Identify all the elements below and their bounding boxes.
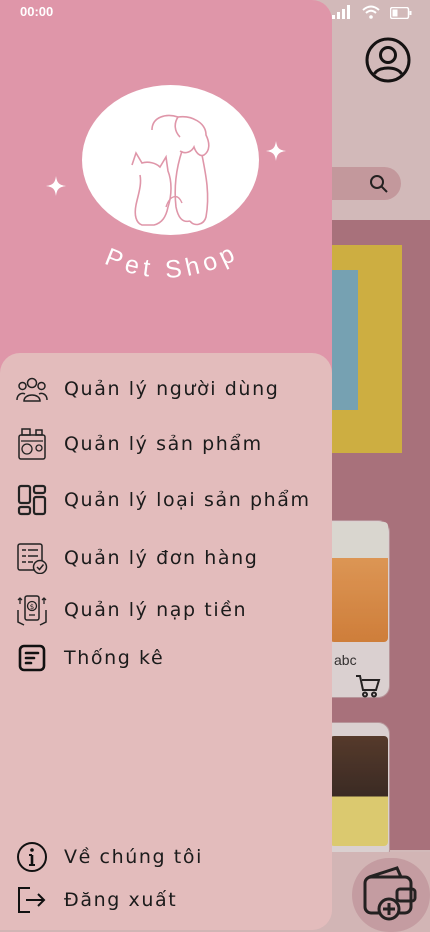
menu-item-product-management[interactable]: Quản lý sản phẩm [14, 423, 326, 465]
statistics-icon [14, 640, 50, 676]
menu-label: Quản lý sản phẩm [64, 433, 263, 455]
status-bar: 00:00 [0, 0, 430, 24]
menu-label: Thống kê [64, 647, 165, 669]
menu-item-order-management[interactable]: Quản lý đơn hàng [14, 537, 326, 579]
menu-label: Quản lý nạp tiền [64, 599, 248, 621]
menu-label: Quản lý đơn hàng [64, 547, 259, 569]
logout-icon [14, 882, 50, 918]
menu-item-logout[interactable]: Đăng xuất [14, 879, 326, 921]
menu-label: Về chúng tôi [64, 846, 203, 868]
svg-text:$: $ [30, 603, 34, 611]
order-checklist-icon [14, 540, 50, 576]
svg-text:Pet Shop: Pet Shop [101, 238, 243, 284]
menu-item-statistics[interactable]: Thống kê [14, 637, 326, 679]
battery-icon [389, 4, 412, 23]
drawer-header: Pet Shop [0, 0, 332, 380]
menu-label: Đăng xuất [64, 889, 178, 911]
users-icon [14, 371, 50, 407]
navigation-drawer: Pet Shop Quản lý người dùng Quản lý sản … [0, 0, 332, 930]
info-icon [14, 839, 50, 875]
brand-name: Pet Shop [101, 238, 243, 284]
wifi-icon [362, 4, 380, 23]
menu-item-about-us[interactable]: Về chúng tôi [14, 836, 326, 878]
money-topup-icon: $ [14, 592, 50, 628]
category-layout-icon [14, 482, 50, 518]
pet-products-icon [14, 426, 50, 462]
menu-label: Quản lý người dùng [64, 378, 280, 400]
signal-icon [332, 4, 352, 23]
menu-item-user-management[interactable]: Quản lý người dùng [14, 368, 326, 410]
status-time: 00:00 [20, 4, 54, 19]
menu-item-category-management[interactable]: Quản lý loại sản phẩm [14, 479, 326, 521]
menu-item-topup-management[interactable]: $ Quản lý nạp tiền [14, 589, 326, 631]
menu-label: Quản lý loại sản phẩm [64, 489, 311, 511]
